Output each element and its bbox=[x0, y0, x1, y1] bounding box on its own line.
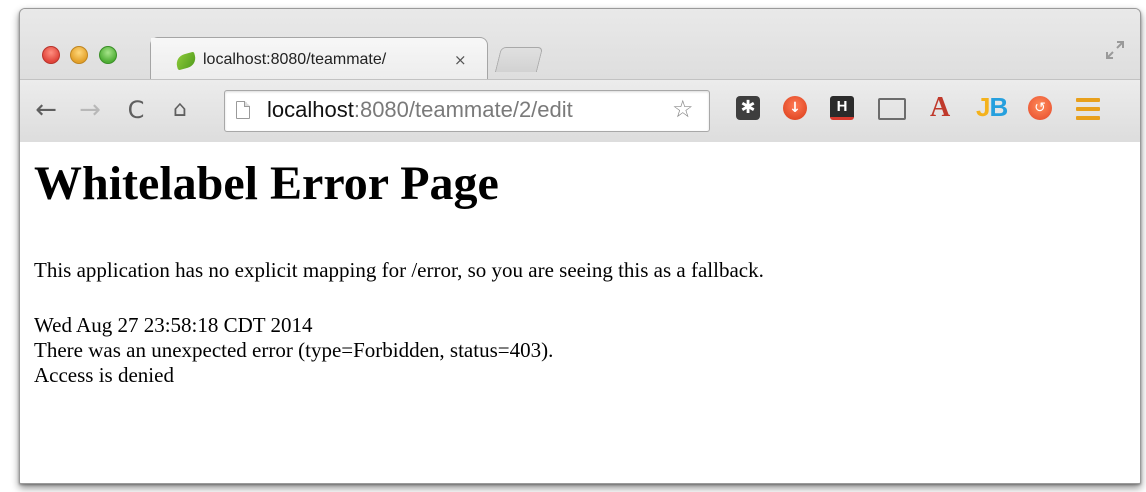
forward-button[interactable]: → bbox=[74, 92, 106, 128]
browser-chrome: localhost:8080/teammate/ × ← → C ⌂ local… bbox=[20, 9, 1140, 142]
fullscreen-icon[interactable] bbox=[1104, 39, 1126, 61]
window-maximize-button[interactable] bbox=[99, 46, 117, 64]
back-button[interactable]: ← bbox=[30, 92, 62, 128]
tab-active[interactable]: localhost:8080/teammate/ × bbox=[150, 37, 488, 82]
home-button[interactable]: ⌂ bbox=[164, 92, 196, 128]
tab-title: localhost:8080/teammate/ bbox=[203, 51, 387, 68]
arrow-left-icon: ← bbox=[35, 95, 57, 125]
arrow-right-icon: → bbox=[79, 95, 101, 125]
extension-download-icon[interactable]: ↓ bbox=[783, 96, 807, 120]
cast-icon[interactable] bbox=[878, 98, 906, 120]
reload-button[interactable]: C bbox=[120, 92, 152, 128]
extension-jb-icon[interactable]: JB bbox=[976, 92, 1008, 123]
toolbar: ← → C ⌂ localhost:8080/teammate/2/edit ☆… bbox=[20, 79, 1140, 142]
page-content: Whitelabel Error Page This application h… bbox=[20, 142, 1140, 483]
spring-leaf-icon bbox=[174, 51, 198, 71]
home-icon: ⌂ bbox=[173, 97, 187, 122]
extension-h-icon[interactable]: H bbox=[830, 96, 854, 120]
tab-close-icon[interactable]: × bbox=[454, 51, 467, 69]
page-icon bbox=[236, 101, 250, 119]
error-detail: Access is denied bbox=[34, 363, 174, 387]
extension-circle-icon[interactable]: ↺ bbox=[1028, 96, 1052, 120]
error-type-line: There was an unexpected error (type=Forb… bbox=[34, 338, 554, 362]
page-title: Whitelabel Error Page bbox=[34, 157, 499, 210]
extension-a-icon[interactable]: A bbox=[930, 92, 950, 124]
url-host: localhost bbox=[267, 97, 354, 122]
error-message: This application has no explicit mapping… bbox=[34, 258, 764, 282]
bookmark-star-icon[interactable]: ☆ bbox=[672, 95, 694, 123]
reload-icon: C bbox=[127, 96, 145, 124]
url-path: :8080/teammate/2/edit bbox=[353, 97, 573, 122]
error-timestamp: Wed Aug 27 23:58:18 CDT 2014 bbox=[34, 313, 313, 337]
window-minimize-button[interactable] bbox=[70, 46, 88, 64]
browser-window: localhost:8080/teammate/ × ← → C ⌂ local… bbox=[19, 8, 1141, 484]
tab-strip: localhost:8080/teammate/ × bbox=[20, 9, 1140, 82]
extension-asterisk-icon[interactable]: ✱ bbox=[736, 96, 760, 120]
address-bar[interactable]: localhost:8080/teammate/2/edit ☆ bbox=[224, 90, 710, 132]
new-tab-button[interactable] bbox=[494, 47, 544, 72]
menu-icon[interactable] bbox=[1076, 98, 1100, 120]
error-details: Wed Aug 27 23:58:18 CDT 2014 There was an… bbox=[34, 313, 553, 388]
window-close-button[interactable] bbox=[42, 46, 60, 64]
url-text[interactable]: localhost:8080/teammate/2/edit bbox=[267, 97, 573, 123]
